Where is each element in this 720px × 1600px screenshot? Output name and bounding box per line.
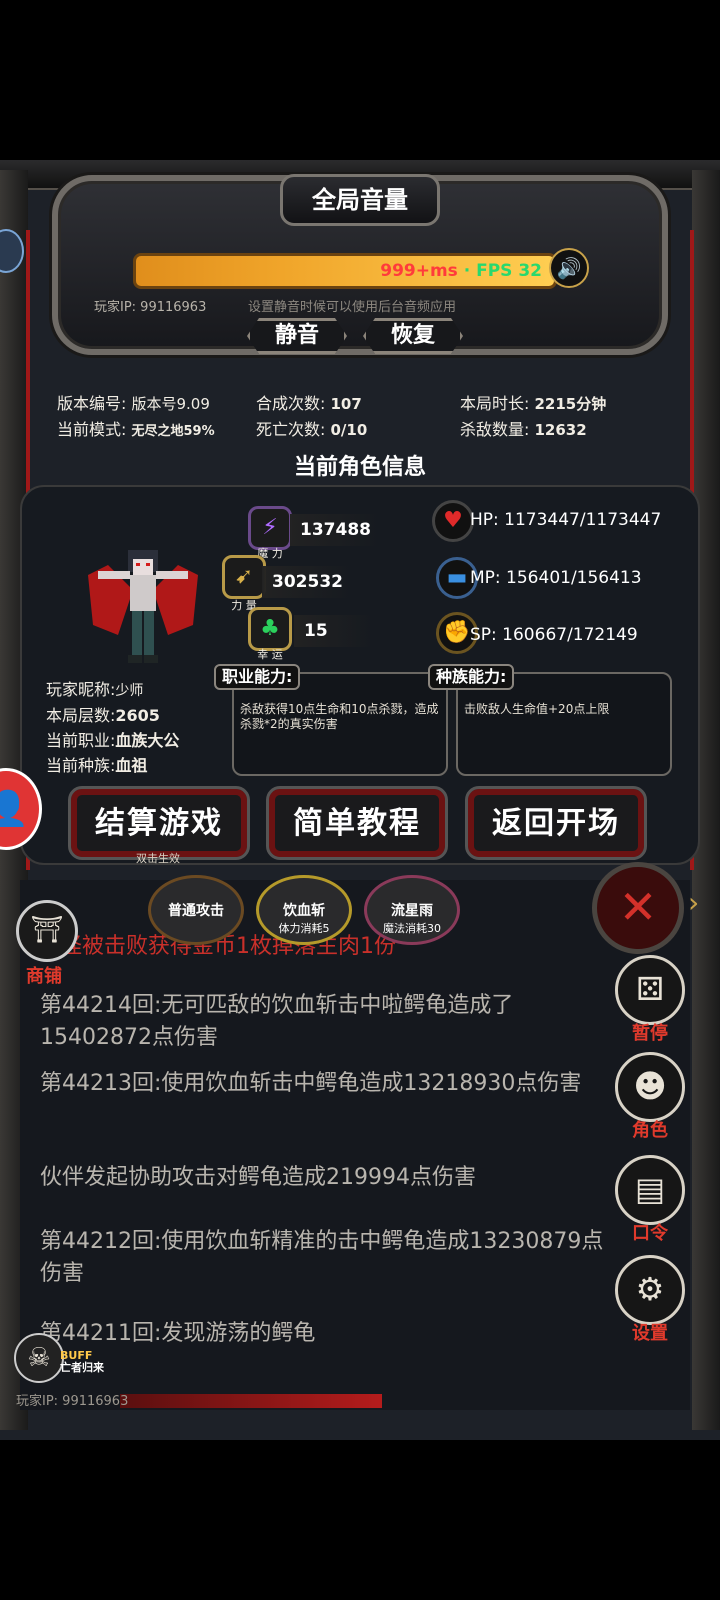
footer-player-ip: 玩家IP: 99116963 — [16, 1394, 129, 1409]
skill-name: 流星雨 — [391, 903, 433, 919]
job-ability-title: 职业能力: — [214, 664, 301, 690]
return-start-button[interactable]: 返回开场 — [465, 786, 647, 860]
log-line: 第44211回:发现游荡的鳄龟 — [40, 1321, 316, 1346]
luck-caption: 幸 运 — [257, 648, 283, 661]
character-section-title: 当前角色信息 — [293, 455, 426, 480]
volume-hint: 设置静音时候可以使用后台音频应用 — [248, 300, 457, 315]
log-line: 第44214回:无可匹敌的饮血斩击中啦鳄龟造成了15402872点伤害 — [40, 993, 514, 1050]
role-button[interactable]: ☻ 角色 — [614, 1052, 686, 1142]
shop-label[interactable]: 商铺 — [26, 962, 62, 988]
race-label: 当前种族: — [46, 756, 116, 775]
version-value: 版本号9.09 — [131, 395, 210, 413]
tutorial-button[interactable]: 简单教程 — [266, 786, 448, 860]
settle-game-label: 结算游戏 — [95, 806, 223, 841]
mode-label: 当前模式: — [57, 420, 127, 439]
vampire-sprite — [88, 550, 198, 663]
luck-clover-icon: ♣ — [248, 607, 292, 651]
buff-label: BUFF 亡者归来 — [60, 1350, 104, 1374]
skill-cost: 体力消耗5 — [278, 922, 330, 935]
skull-icon[interactable]: ☠ — [14, 1333, 64, 1383]
death-stat: 死亡次数: 0/10 — [256, 416, 367, 440]
skill-meteor-shower[interactable]: 流星雨魔法消耗30 — [364, 875, 460, 945]
settings-button[interactable]: ⚙ 设置 — [614, 1255, 686, 1345]
skill-name: 饮血斩 — [283, 903, 325, 919]
chevron-right-icon[interactable]: › — [688, 886, 699, 919]
death-label: 死亡次数: — [256, 420, 326, 439]
speaker-icon[interactable]: 🔊 — [549, 248, 589, 288]
hp-strip — [120, 1394, 382, 1408]
role-label: 角色 — [632, 1120, 668, 1141]
craft-label: 合成次数: — [256, 394, 326, 413]
skill-normal-attack[interactable]: 普通攻击 — [148, 875, 244, 945]
return-start-label: 返回开场 — [492, 806, 620, 841]
strength-icon: ➹ — [222, 555, 266, 599]
floor-row: 本局层数:2605 — [46, 702, 160, 726]
volume-title: 全局音量 — [280, 174, 440, 226]
job-row: 当前职业:血族大公 — [46, 727, 179, 751]
kills-stat: 杀敌数量: 12632 — [460, 416, 587, 440]
race-ability-title: 种族能力: — [428, 664, 515, 690]
nickname-value: 少师 — [115, 683, 144, 699]
duration-stat: 本局时长: 2215分钟 — [460, 390, 606, 414]
skill-blood-slash[interactable]: 饮血斩体力消耗5 — [256, 875, 352, 945]
nickname-label: 玩家昵称: — [46, 680, 116, 699]
restore-button[interactable]: 恢复 — [363, 318, 463, 354]
shop-icon[interactable]: ⛩ — [16, 900, 78, 962]
kills-label: 杀敌数量: — [460, 420, 530, 439]
death-value: 0/10 — [330, 421, 368, 439]
dice-icon: ⚄ — [615, 955, 685, 1025]
skill-name: 普通攻击 — [168, 903, 224, 919]
floor-label: 本局层数: — [46, 706, 116, 725]
double-click-hint: 双击生效 — [136, 852, 180, 865]
craft-value: 107 — [330, 395, 362, 413]
latency-text: 999+ms — [380, 261, 458, 281]
version-label: 版本编号: — [57, 394, 127, 413]
nickname-row: 玩家昵称:少师 — [46, 676, 143, 700]
skill-cost: 魔法消耗30 — [383, 922, 441, 935]
settle-game-button[interactable]: 结算游戏 — [68, 786, 250, 860]
mode-value: 无尽之地59% — [131, 424, 215, 439]
pause-button[interactable]: ⚄ 暂停 — [614, 955, 686, 1045]
magic-icon: ⚡ — [248, 506, 292, 550]
duration-label: 本局时长: — [460, 394, 530, 413]
floor-value: 2605 — [115, 706, 160, 725]
hp-readout: HP: 1173447/1173447 — [470, 510, 662, 530]
sp-readout: SP: 160667/172149 — [470, 625, 638, 645]
job-ability-desc: 杀敌获得10点生命和10点杀戮，造成杀戮*2的真实伤害 — [240, 702, 439, 731]
fps-readout: 999+ms · FPS 32 — [380, 261, 542, 281]
gear-icon: ⚙ — [615, 1255, 685, 1325]
job-value: 血族大公 — [115, 731, 180, 750]
tutorial-label: 简单教程 — [293, 806, 421, 841]
log-line: 第44213回:使用饮血斩击中鳄龟造成13218930点伤害 — [40, 1071, 582, 1096]
race-value: 血祖 — [115, 756, 148, 775]
luck-value: 15 — [294, 615, 374, 647]
password-button[interactable]: ▤ 口令 — [614, 1155, 686, 1245]
craft-stat: 合成次数: 107 — [256, 390, 362, 414]
settings-label: 设置 — [632, 1323, 668, 1344]
job-label: 当前职业: — [46, 731, 116, 750]
scroll-icon: ▤ — [615, 1155, 685, 1225]
race-ability-desc: 击败敌人生命值+20点上限 — [464, 702, 610, 716]
duration-value: 2215分钟 — [534, 395, 607, 413]
heart-icon: ♥ — [432, 500, 474, 542]
hooded-figure-icon: ☻ — [615, 1052, 685, 1122]
race-row: 当前种族:血祖 — [46, 752, 147, 776]
version-stat: 版本编号: 版本号9.09 — [57, 390, 210, 414]
log-line: 第44212回:使用饮血斩精准的击中鳄龟造成13230879点伤害 — [40, 1229, 604, 1286]
buff-sub: 亡者归来 — [60, 1361, 104, 1374]
log-line: 伙伴发起协助攻击对鳄龟造成219994点伤害 — [40, 1165, 476, 1190]
strength-value: 302532 — [262, 566, 352, 598]
fps-text: FPS 32 — [476, 261, 542, 281]
mode-stat: 当前模式: 无尽之地59% — [57, 416, 215, 440]
close-icon[interactable]: ✕ — [592, 862, 684, 954]
kills-value: 12632 — [534, 421, 587, 439]
magic-value: 137488 — [290, 514, 380, 546]
mp-readout: MP: 156401/156413 — [470, 568, 642, 588]
password-label: 口令 — [632, 1223, 668, 1244]
mute-button[interactable]: 静音 — [247, 318, 347, 354]
pause-label: 暂停 — [632, 1023, 668, 1044]
player-ip: 玩家IP: 99116963 — [94, 300, 207, 315]
